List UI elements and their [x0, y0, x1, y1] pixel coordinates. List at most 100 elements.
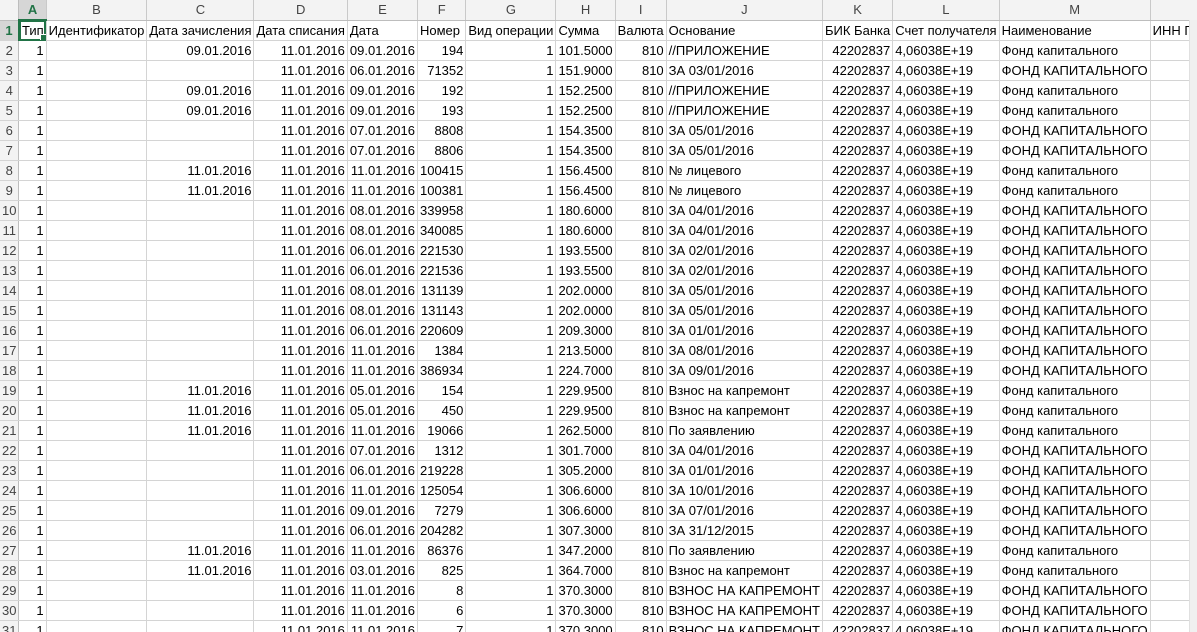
- cell-h6[interactable]: 154.3500: [555, 120, 616, 141]
- cell-l6[interactable]: 4,06038E+19: [892, 120, 1000, 141]
- row-header-20[interactable]: 20: [0, 400, 20, 421]
- cell-g2[interactable]: 1: [465, 40, 557, 61]
- cell-e9[interactable]: 11.01.2016: [347, 180, 418, 201]
- cell-c26[interactable]: [146, 520, 255, 541]
- cell-i6[interactable]: 810: [615, 120, 667, 141]
- column-header-j[interactable]: J: [666, 0, 824, 21]
- cell-c11[interactable]: [146, 220, 255, 241]
- cell-k10[interactable]: 42202837: [822, 200, 894, 221]
- cell-f23[interactable]: 219228: [417, 460, 467, 481]
- cell-b6[interactable]: [46, 120, 148, 141]
- cell-j7[interactable]: ЗА 05/01/2016: [666, 140, 824, 161]
- cell-a13[interactable]: 1: [18, 260, 47, 281]
- cell-k20[interactable]: 42202837: [822, 400, 894, 421]
- cell-l18[interactable]: 4,06038E+19: [892, 360, 1000, 381]
- cell-g11[interactable]: 1: [465, 220, 557, 241]
- cell-k25[interactable]: 42202837: [822, 500, 894, 521]
- cell-h12[interactable]: 193.5500: [555, 240, 616, 261]
- cell-b5[interactable]: [46, 100, 148, 121]
- cell-h26[interactable]: 307.3000: [555, 520, 616, 541]
- cell-d10[interactable]: 11.01.2016: [253, 200, 348, 221]
- cell-g3[interactable]: 1: [465, 60, 557, 81]
- cell-j20[interactable]: Взнос на капремонт: [666, 400, 824, 421]
- row-header-22[interactable]: 22: [0, 440, 20, 461]
- cell-l24[interactable]: 4,06038E+19: [892, 480, 1000, 501]
- cell-i16[interactable]: 810: [615, 320, 667, 341]
- cell-d4[interactable]: 11.01.2016: [253, 80, 348, 101]
- cell-b12[interactable]: [46, 240, 148, 261]
- row-header-8[interactable]: 8: [0, 160, 20, 181]
- column-header-d[interactable]: D: [253, 0, 348, 21]
- cell-k28[interactable]: 42202837: [822, 560, 894, 581]
- cell-l27[interactable]: 4,06038E+19: [892, 540, 1000, 561]
- cell-k16[interactable]: 42202837: [822, 320, 894, 341]
- cell-k1[interactable]: БИК Банка: [822, 20, 894, 41]
- row-header-6[interactable]: 6: [0, 120, 20, 141]
- cell-j19[interactable]: Взнос на капремонт: [666, 380, 824, 401]
- cell-g1[interactable]: Вид операции: [465, 20, 557, 41]
- row-header-3[interactable]: 3: [0, 60, 20, 81]
- cell-d11[interactable]: 11.01.2016: [253, 220, 348, 241]
- cell-c3[interactable]: [146, 60, 255, 81]
- cell-d14[interactable]: 11.01.2016: [253, 280, 348, 301]
- cell-f5[interactable]: 193: [417, 100, 467, 121]
- cell-b4[interactable]: [46, 80, 148, 101]
- cell-k29[interactable]: 42202837: [822, 580, 894, 601]
- cell-h11[interactable]: 180.6000: [555, 220, 616, 241]
- cell-i14[interactable]: 810: [615, 280, 667, 301]
- cell-d24[interactable]: 11.01.2016: [253, 480, 348, 501]
- cell-f6[interactable]: 8808: [417, 120, 467, 141]
- cell-e25[interactable]: 09.01.2016: [347, 500, 418, 521]
- cell-j4[interactable]: //ПРИЛОЖЕНИЕ: [666, 80, 824, 101]
- cell-b7[interactable]: [46, 140, 148, 161]
- cell-a23[interactable]: 1: [18, 460, 47, 481]
- cell-j11[interactable]: ЗА 04/01/2016: [666, 220, 824, 241]
- cell-c23[interactable]: [146, 460, 255, 481]
- cell-i2[interactable]: 810: [615, 40, 667, 61]
- cell-j23[interactable]: ЗА 01/01/2016: [666, 460, 824, 481]
- cell-f3[interactable]: 71352: [417, 60, 467, 81]
- column-header-i[interactable]: I: [615, 0, 667, 21]
- cell-l12[interactable]: 4,06038E+19: [892, 240, 1000, 261]
- cell-g13[interactable]: 1: [465, 260, 557, 281]
- cell-i9[interactable]: 810: [615, 180, 667, 201]
- cell-j6[interactable]: ЗА 05/01/2016: [666, 120, 824, 141]
- cell-c8[interactable]: 11.01.2016: [146, 160, 255, 181]
- cell-b16[interactable]: [46, 320, 148, 341]
- cell-k30[interactable]: 42202837: [822, 600, 894, 621]
- cell-e19[interactable]: 05.01.2016: [347, 380, 418, 401]
- cell-m25[interactable]: ФОНД КАПИТАЛЬНОГО: [999, 500, 1151, 521]
- cell-h21[interactable]: 262.5000: [555, 420, 616, 441]
- cell-i17[interactable]: 810: [615, 340, 667, 361]
- cell-d27[interactable]: 11.01.2016: [253, 540, 348, 561]
- vertical-scrollbar[interactable]: [1189, 20, 1197, 632]
- cell-a6[interactable]: 1: [18, 120, 47, 141]
- cell-m7[interactable]: ФОНД КАПИТАЛЬНОГО: [999, 140, 1151, 161]
- cell-a11[interactable]: 1: [18, 220, 47, 241]
- cell-d12[interactable]: 11.01.2016: [253, 240, 348, 261]
- cell-k23[interactable]: 42202837: [822, 460, 894, 481]
- cell-h29[interactable]: 370.3000: [555, 580, 616, 601]
- row-header-12[interactable]: 12: [0, 240, 20, 261]
- cell-d19[interactable]: 11.01.2016: [253, 380, 348, 401]
- cell-i31[interactable]: 810: [615, 620, 667, 632]
- cell-h3[interactable]: 151.9000: [555, 60, 616, 81]
- cell-f28[interactable]: 825: [417, 560, 467, 581]
- row-header-19[interactable]: 19: [0, 380, 20, 401]
- cell-h8[interactable]: 156.4500: [555, 160, 616, 181]
- cell-e7[interactable]: 07.01.2016: [347, 140, 418, 161]
- cell-b10[interactable]: [46, 200, 148, 221]
- cell-g8[interactable]: 1: [465, 160, 557, 181]
- cell-g25[interactable]: 1: [465, 500, 557, 521]
- row-header-5[interactable]: 5: [0, 100, 20, 121]
- cell-c28[interactable]: 11.01.2016: [146, 560, 255, 581]
- cell-m12[interactable]: ФОНД КАПИТАЛЬНОГО: [999, 240, 1151, 261]
- row-header-11[interactable]: 11: [0, 220, 20, 241]
- cell-g10[interactable]: 1: [465, 200, 557, 221]
- cell-g16[interactable]: 1: [465, 320, 557, 341]
- cell-l13[interactable]: 4,06038E+19: [892, 260, 1000, 281]
- row-header-25[interactable]: 25: [0, 500, 20, 521]
- cell-e4[interactable]: 09.01.2016: [347, 80, 418, 101]
- cell-f2[interactable]: 194: [417, 40, 467, 61]
- row-header-28[interactable]: 28: [0, 560, 20, 581]
